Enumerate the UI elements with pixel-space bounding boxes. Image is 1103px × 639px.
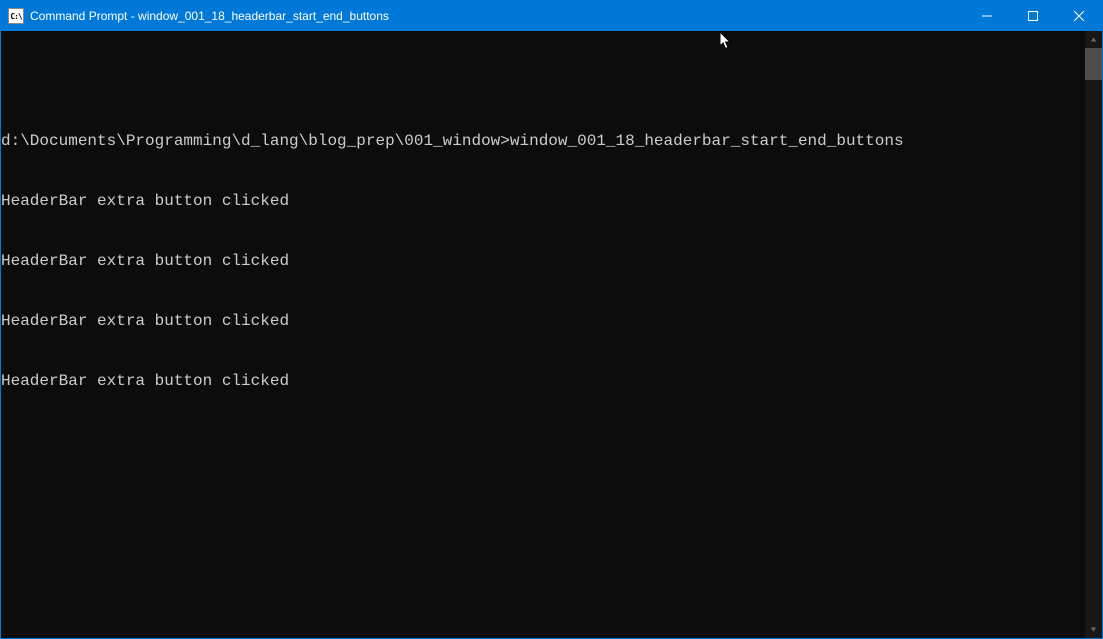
maximize-button[interactable] xyxy=(1010,1,1056,31)
app-icon-label: C:\ xyxy=(10,12,21,21)
app-icon: C:\ xyxy=(8,8,24,24)
terminal-prompt: d:\Documents\Programming\d_lang\blog_pre… xyxy=(1,132,510,150)
vertical-scrollbar[interactable] xyxy=(1085,31,1102,638)
terminal-output-line: HeaderBar extra button clicked xyxy=(1,191,1085,211)
chevron-up-icon xyxy=(1090,36,1097,43)
chevron-down-icon xyxy=(1090,626,1097,633)
terminal-output-line: HeaderBar extra button clicked xyxy=(1,311,1085,331)
minimize-icon xyxy=(982,11,992,21)
minimize-button[interactable] xyxy=(964,1,1010,31)
maximize-icon xyxy=(1028,11,1038,21)
terminal[interactable]: d:\Documents\Programming\d_lang\blog_pre… xyxy=(1,31,1085,638)
terminal-blank-line xyxy=(1,71,1085,91)
terminal-output-line: HeaderBar extra button clicked xyxy=(1,371,1085,391)
terminal-output-line: HeaderBar extra button clicked xyxy=(1,251,1085,271)
titlebar[interactable]: C:\ Command Prompt - window_001_18_heade… xyxy=(1,1,1102,31)
scrollbar-thumb[interactable] xyxy=(1085,48,1102,80)
close-icon xyxy=(1074,11,1084,21)
scrollbar-up-button[interactable] xyxy=(1085,31,1102,48)
scrollbar-down-button[interactable] xyxy=(1085,621,1102,638)
window-controls xyxy=(964,1,1102,31)
terminal-prompt-line: d:\Documents\Programming\d_lang\blog_pre… xyxy=(1,131,1085,151)
window-title: Command Prompt - window_001_18_headerbar… xyxy=(30,9,964,23)
window: C:\ Command Prompt - window_001_18_heade… xyxy=(1,1,1102,638)
terminal-command: window_001_18_headerbar_start_end_button… xyxy=(510,132,904,150)
scrollbar-track[interactable] xyxy=(1085,48,1102,621)
client-area: d:\Documents\Programming\d_lang\blog_pre… xyxy=(1,31,1102,638)
close-button[interactable] xyxy=(1056,1,1102,31)
